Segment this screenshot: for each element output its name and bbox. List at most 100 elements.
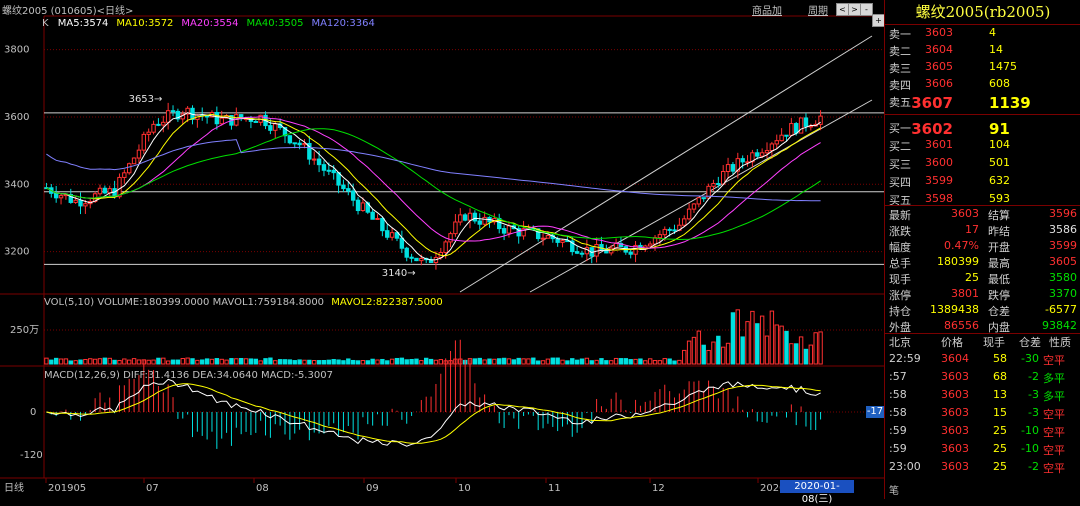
volume-bar bbox=[521, 358, 526, 365]
macd-tick-label: -120 bbox=[20, 450, 43, 461]
volume-bar bbox=[399, 357, 405, 365]
volume-bar bbox=[131, 358, 137, 365]
volume-bar bbox=[477, 357, 482, 365]
candle-body bbox=[360, 202, 366, 212]
volume-bar bbox=[92, 358, 98, 365]
stat-label: 现手 bbox=[889, 273, 911, 286]
stat-value: 3596 bbox=[1049, 207, 1077, 220]
volume-bar bbox=[720, 346, 726, 365]
tick-header-nature: 性质 bbox=[1049, 336, 1071, 349]
stat-value: 180399 bbox=[937, 255, 979, 268]
volume-bar bbox=[336, 359, 341, 365]
x-tick-label: 08 bbox=[256, 483, 269, 494]
volume-bars bbox=[44, 309, 823, 365]
candle-body bbox=[336, 172, 341, 186]
kline-chart[interactable]: 3800 3600 3400 3200 3653→ 3140→ 250万 0 -120 日线 201… bbox=[0, 0, 884, 499]
volume-bar bbox=[813, 332, 818, 365]
candle-body bbox=[477, 220, 482, 225]
tick-footer[interactable]: 笔 bbox=[889, 482, 899, 497]
tick-price: 3603 bbox=[941, 388, 969, 401]
volume-bar bbox=[419, 360, 424, 365]
bid-volume: 632 bbox=[989, 174, 1010, 187]
volume-bar bbox=[628, 359, 633, 365]
volume-bar bbox=[803, 348, 809, 365]
volume-bar bbox=[438, 359, 444, 365]
macd-tick-label: 0 bbox=[30, 407, 36, 418]
tick-diff: -3 bbox=[1028, 388, 1039, 401]
candle-body bbox=[628, 251, 633, 255]
volume-bar bbox=[161, 357, 166, 365]
candle-body bbox=[404, 247, 409, 258]
volume-bar bbox=[204, 358, 210, 365]
volume-bar bbox=[745, 321, 750, 365]
volume-bar bbox=[341, 360, 346, 365]
volume-bar bbox=[185, 357, 190, 365]
candle-body bbox=[136, 149, 142, 159]
volume-bar bbox=[779, 325, 784, 365]
ask-row: 卖三 3605 1475 bbox=[885, 60, 1080, 75]
volume-bar bbox=[609, 360, 614, 365]
volume-bar bbox=[238, 357, 244, 365]
candle-body bbox=[370, 211, 375, 220]
volume-bar bbox=[321, 359, 327, 365]
stat-value: 1389438 bbox=[930, 303, 979, 316]
candle-body bbox=[414, 257, 419, 262]
candle-body bbox=[458, 214, 463, 223]
tick-price: 3603 bbox=[941, 460, 969, 473]
volume-bar bbox=[346, 358, 351, 365]
bid-row: 买二 3601 104 bbox=[885, 138, 1080, 153]
ask-row: 卖一 3603 4 bbox=[885, 26, 1080, 41]
volume-bar bbox=[248, 358, 254, 365]
volume-bar bbox=[492, 358, 497, 365]
volume-bar bbox=[136, 359, 142, 365]
ask-volume: 4 bbox=[989, 26, 996, 39]
ask-price[interactable]: 3607 bbox=[903, 94, 953, 112]
bid-price[interactable]: 3602 bbox=[903, 120, 953, 138]
stat-value: 3599 bbox=[1049, 239, 1077, 252]
ask-price[interactable]: 3606 bbox=[903, 77, 953, 90]
volume-bar bbox=[706, 349, 711, 365]
stat-label: 最低 bbox=[988, 273, 1010, 286]
volume-bar bbox=[682, 349, 687, 365]
tick-nature: 空平 bbox=[1043, 444, 1065, 457]
tick-time: 23:00 bbox=[889, 460, 921, 473]
candle-body bbox=[730, 164, 736, 172]
volume-bar bbox=[433, 359, 439, 365]
candle-body bbox=[341, 184, 346, 190]
chart-area[interactable]: 3800 3600 3400 3200 3653→ 3140→ 250万 0 -120 日线 201… bbox=[0, 0, 885, 505]
volume-bar bbox=[58, 358, 64, 365]
bid-price[interactable]: 3600 bbox=[903, 156, 953, 169]
add-commodity-link[interactable]: 商品加 bbox=[752, 2, 782, 17]
volume-bar bbox=[355, 360, 361, 365]
candle-body bbox=[219, 117, 224, 125]
bid-price[interactable]: 3598 bbox=[903, 192, 953, 205]
contract-title: 螺纹2005(rb2005) bbox=[885, 0, 1080, 25]
ma-legend-item: MA40:3505 bbox=[246, 18, 304, 29]
ask-price[interactable]: 3605 bbox=[903, 60, 953, 73]
tick-price: 3603 bbox=[941, 424, 969, 437]
volume-bar bbox=[234, 358, 239, 365]
period-link[interactable]: 周期 bbox=[808, 2, 828, 17]
quote-panel: 螺纹2005(rb2005) 卖一 3603 4 卖二 3604 14 卖三 3605 1475… bbox=[884, 0, 1080, 499]
bid-price[interactable]: 3599 bbox=[903, 174, 953, 187]
volume-bar bbox=[506, 358, 512, 365]
ask-price[interactable]: 3604 bbox=[903, 43, 953, 56]
macd-value-badge: -17 bbox=[866, 406, 884, 418]
candle-body bbox=[594, 244, 599, 257]
ask-price[interactable]: 3603 bbox=[903, 26, 953, 39]
volume-bar bbox=[740, 336, 745, 365]
volume-bar bbox=[326, 359, 332, 365]
candle-body bbox=[506, 225, 512, 234]
volume-bar bbox=[263, 358, 268, 365]
x-tick-label: 10 bbox=[458, 483, 471, 494]
tick-header-price: 价格 bbox=[941, 336, 963, 349]
volume-bar bbox=[229, 358, 234, 365]
tick-row: :59 3603 25 -10 空平 bbox=[885, 442, 1080, 459]
volume-bar bbox=[794, 343, 799, 365]
stat-value: 0.47% bbox=[944, 239, 979, 252]
volume-bar bbox=[789, 343, 794, 365]
ma-legend-item: MA5:3574 bbox=[57, 18, 109, 29]
bid-price[interactable]: 3601 bbox=[903, 138, 953, 151]
low-mark-label: 3140→ bbox=[382, 268, 416, 279]
stat-label: 昨结 bbox=[988, 225, 1010, 238]
